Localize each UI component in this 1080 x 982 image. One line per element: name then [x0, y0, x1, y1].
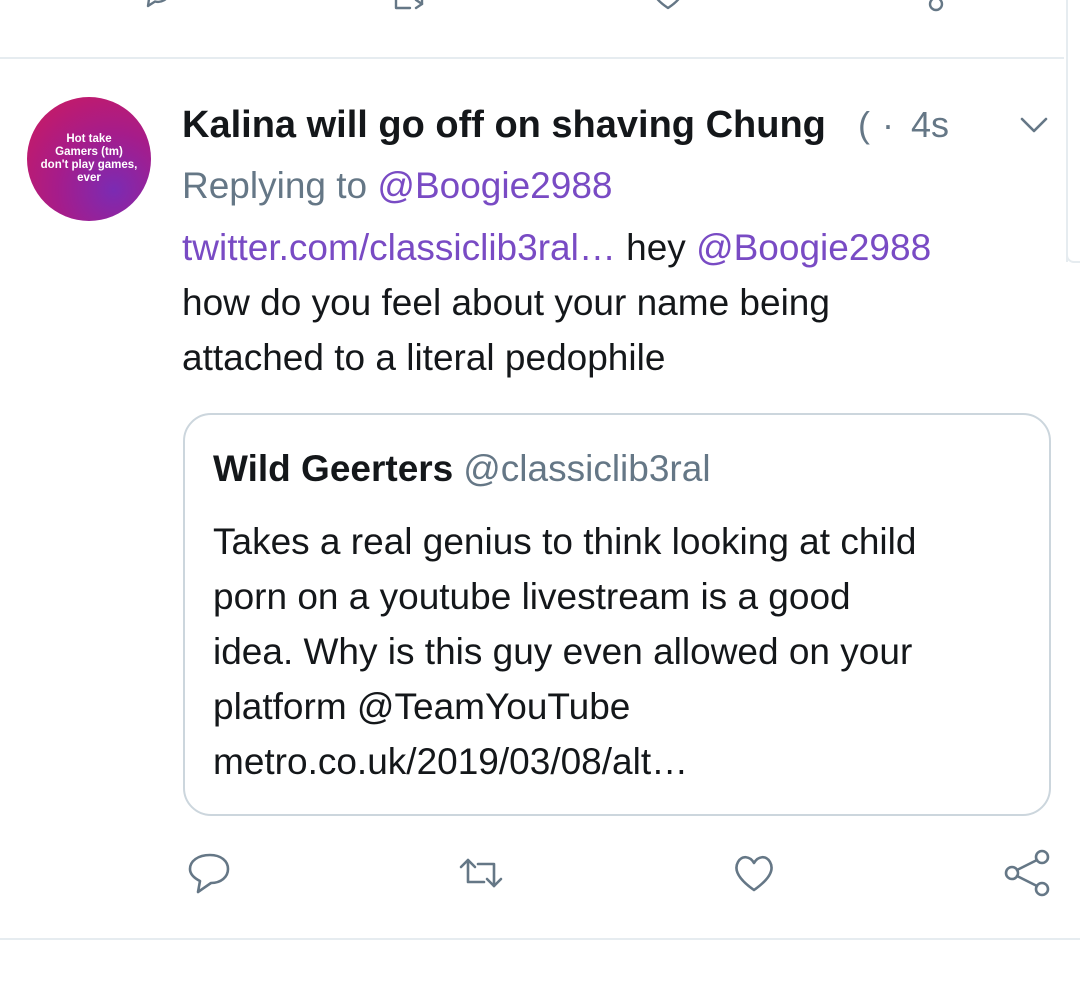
- quoted-tweet-text: Takes a real genius to think looking at …: [213, 514, 1033, 789]
- tweet-screen: Hot take Gamers (tm) don't play games, e…: [0, 0, 1080, 982]
- avatar-text-line: ever: [77, 172, 101, 184]
- avatar-text-line: Hot take: [66, 133, 112, 145]
- quoted-text-line: platform @TeamYouTube: [213, 686, 631, 727]
- share-icon[interactable]: [912, 0, 958, 18]
- quoted-handle: @classiclib3ral: [463, 448, 711, 489]
- reply-icon[interactable]: [135, 0, 181, 18]
- quoted-text-line: idea. Why is this guy even allowed on yo…: [213, 631, 913, 672]
- tweet-text-line: how do you feel about your name being: [182, 282, 830, 323]
- replying-label: Replying to: [182, 165, 368, 206]
- quoted-tweet-header: Wild Geerters @classiclib3ral: [213, 443, 711, 495]
- avatar[interactable]: Hot take Gamers (tm) don't play games, e…: [27, 97, 151, 221]
- avatar-text-line: don't play games,: [40, 159, 138, 171]
- quoted-tweet-card[interactable]: Wild Geerters @classiclib3ral Takes a rea…: [183, 413, 1051, 816]
- previous-tweet-actions: [0, 0, 1080, 18]
- tweet-text-fragment: hey: [615, 227, 697, 268]
- replying-handle-link[interactable]: @Boogie2988: [377, 165, 612, 206]
- tweet-text-line: attached to a literal pedophile: [182, 337, 666, 378]
- tweet-text: twitter.com/classiclib3ral… hey @Boogie2…: [182, 220, 1052, 385]
- quoted-text-line: metro.co.uk/2019/03/08/alt…: [213, 741, 689, 782]
- tweet-text-line: twitter.com/classiclib3ral… hey @Boogie2…: [182, 220, 1052, 275]
- chevron-down-icon[interactable]: [1018, 113, 1050, 137]
- scroll-edge-corner: [1066, 255, 1080, 263]
- replying-to: Replying to @Boogie2988: [182, 162, 612, 210]
- like-icon[interactable]: [645, 0, 691, 18]
- tweet-header: Kalina will go off on shaving Chung ( · …: [182, 100, 1048, 150]
- mention-link[interactable]: @Boogie2988: [696, 227, 931, 268]
- quoted-display-name: Wild Geerters: [213, 448, 454, 489]
- avatar-text-line: Gamers (tm): [55, 146, 123, 158]
- quoted-text-line: porn on a youtube livestream is a good: [213, 576, 851, 617]
- share-icon[interactable]: [1002, 848, 1052, 898]
- separator-dot: ·: [882, 104, 894, 145]
- scroll-edge: [1066, 0, 1068, 262]
- tweet-actions: [0, 848, 1080, 898]
- like-icon[interactable]: [729, 848, 779, 898]
- user-handle[interactable]: (: [858, 100, 876, 150]
- divider: [0, 57, 1064, 59]
- retweet-icon[interactable]: [456, 848, 506, 898]
- reply-icon[interactable]: [184, 848, 234, 898]
- display-name[interactable]: Kalina will go off on shaving Chung: [182, 100, 826, 150]
- tweet-link[interactable]: twitter.com/classiclib3ral…: [182, 227, 616, 268]
- retweet-icon[interactable]: [386, 0, 432, 18]
- quoted-text-line: Takes a real genius to think looking at …: [213, 521, 917, 562]
- timestamp[interactable]: 4s: [911, 100, 949, 150]
- divider: [0, 938, 1080, 940]
- avatar-text: Hot take Gamers (tm) don't play games, e…: [30, 133, 148, 185]
